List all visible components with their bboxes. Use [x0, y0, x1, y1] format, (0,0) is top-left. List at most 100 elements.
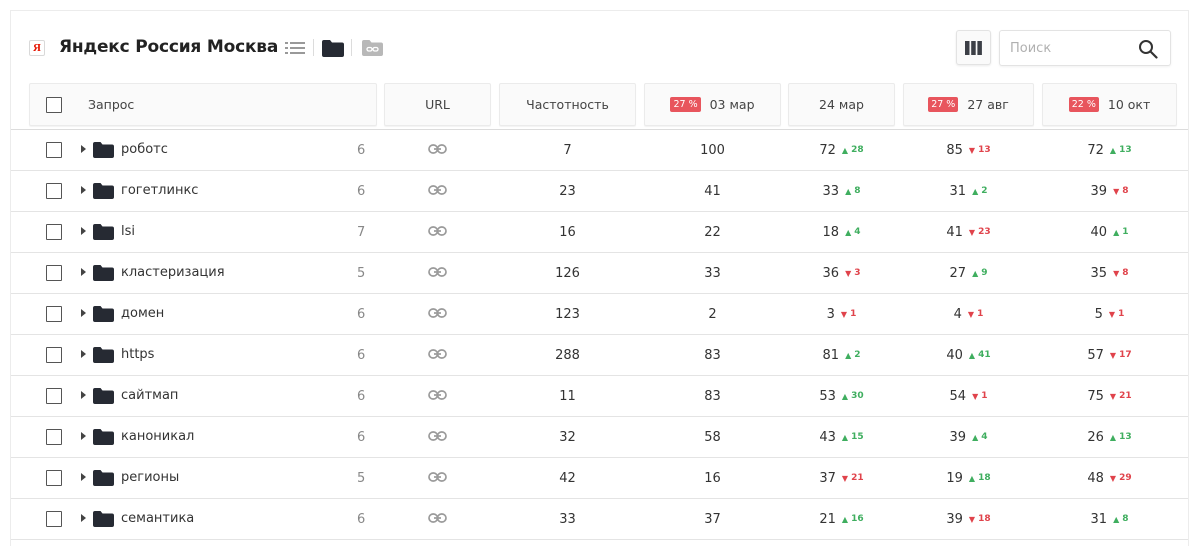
position-change: ▲ 13: [1110, 145, 1132, 155]
column-header-date-2[interactable]: 24 мар: [788, 83, 895, 126]
link-icon[interactable]: [428, 512, 447, 524]
select-all-checkbox[interactable]: [46, 96, 62, 113]
table-row[interactable]: сайтмап 6 11 83 53 ▲ 30 54 ▼ 1 75 ▼ 21: [11, 376, 1188, 417]
table-row[interactable]: кластеризация 5 126 33 36 ▼ 3 27 ▲ 9 35 …: [11, 253, 1188, 294]
position-value: 41: [946, 224, 963, 240]
query-name[interactable]: гогетлинкс: [121, 171, 198, 211]
link-icon[interactable]: [428, 143, 447, 155]
table-row[interactable]: роботс 6 7 100 72 ▲ 28 85 ▼ 13 72 ▲ 13: [11, 130, 1188, 171]
arrow-down-icon: ▼: [1109, 391, 1117, 401]
position-change-value: 16: [851, 514, 864, 524]
arrow-up-icon: ▲: [968, 350, 976, 360]
frequency-value: 288: [555, 347, 580, 363]
column-header-date-3[interactable]: 27 % 27 авг: [903, 83, 1034, 126]
table-row[interactable]: гогетлинкс 6 23 41 33 ▲ 8 31 ▲ 2 39 ▼ 8: [11, 171, 1188, 212]
position-change-value: 13: [978, 145, 991, 155]
position-cell-d4: 72 ▲ 13: [1042, 130, 1177, 170]
row-checkbox[interactable]: [46, 470, 62, 486]
column-header-date-4[interactable]: 22 % 10 окт: [1042, 83, 1177, 126]
position-change-value: 2: [981, 186, 988, 196]
position-change: ▼ 18: [969, 514, 991, 524]
search-icon[interactable]: [1138, 39, 1158, 59]
expand-caret-icon[interactable]: [81, 473, 86, 481]
frequency-value: 126: [555, 265, 580, 281]
position-change: ▲ 2: [845, 350, 860, 360]
position-value: 37: [704, 511, 721, 527]
arrow-down-icon: ▼: [972, 391, 979, 401]
query-name[interactable]: сайтмап: [121, 376, 178, 416]
expand-caret-icon[interactable]: [81, 514, 86, 522]
row-checkbox[interactable]: [46, 265, 62, 281]
link-icon[interactable]: [428, 430, 447, 442]
query-name[interactable]: кластеризация: [121, 253, 225, 293]
position-change: ▼ 21: [1110, 391, 1132, 401]
position-value: 58: [704, 429, 721, 445]
columns-settings-button[interactable]: [956, 30, 991, 65]
position-cell-d4: 40 ▲ 1: [1042, 212, 1177, 252]
row-checkbox[interactable]: [46, 306, 62, 322]
expand-caret-icon[interactable]: [81, 432, 86, 440]
row-checkbox[interactable]: [46, 142, 62, 158]
table-row[interactable]: каноникал 6 32 58 43 ▲ 15 39 ▲ 4 26 ▲ 13: [11, 417, 1188, 458]
expand-caret-icon[interactable]: [81, 350, 86, 358]
expand-caret-icon[interactable]: [81, 145, 86, 153]
query-name[interactable]: домен: [121, 294, 164, 334]
arrow-up-icon: ▲: [841, 391, 849, 401]
position-cell-d2: 18 ▲ 4: [788, 212, 895, 252]
position-cell-d3: 41 ▼ 23: [903, 212, 1034, 252]
link-icon[interactable]: [428, 184, 447, 196]
column-header-url[interactable]: URL: [384, 83, 491, 126]
query-name[interactable]: роботс: [121, 130, 168, 170]
folder-icon: [93, 388, 114, 404]
column-header-date-1[interactable]: 27 % 03 мар: [644, 83, 781, 126]
table-row[interactable]: домен 6 123 2 3 ▼ 1 4 ▼ 1 5 ▼ 1: [11, 294, 1188, 335]
link-icon[interactable]: [428, 307, 447, 319]
frequency-value: 32: [559, 429, 576, 445]
folder-icon: [93, 142, 114, 158]
link-icon[interactable]: [428, 389, 447, 401]
query-name[interactable]: семантика: [121, 499, 194, 539]
expand-caret-icon[interactable]: [81, 391, 86, 399]
table-row[interactable]: регионы 5 42 16 37 ▼ 21 19 ▲ 18 48 ▼ 29: [11, 458, 1188, 499]
search-input[interactable]: [1010, 39, 1128, 57]
row-checkbox[interactable]: [46, 224, 62, 240]
query-count: 6: [357, 307, 366, 322]
query-name[interactable]: https: [121, 335, 154, 375]
table-row[interactable]: семантика 6 33 37 21 ▲ 16 39 ▼ 18 31 ▲ 8: [11, 499, 1188, 540]
expand-caret-icon[interactable]: [81, 227, 86, 235]
position-change: ▼ 23: [969, 227, 991, 237]
row-checkbox[interactable]: [46, 511, 62, 527]
expand-caret-icon[interactable]: [81, 268, 86, 276]
row-checkbox[interactable]: [46, 429, 62, 445]
frequency-cell: 33: [499, 499, 636, 539]
position-value: 3: [826, 306, 835, 322]
arrow-down-icon: ▼: [1113, 268, 1120, 278]
link-icon[interactable]: [428, 348, 447, 360]
link-icon[interactable]: [428, 225, 447, 237]
folder-view-icon[interactable]: [322, 38, 344, 58]
position-cell-d1: 22: [644, 212, 781, 252]
row-checkbox[interactable]: [46, 388, 62, 404]
folder-icon: [93, 224, 114, 240]
position-cell-d2: 21 ▲ 16: [788, 499, 895, 539]
query-name[interactable]: каноникал: [121, 417, 194, 457]
link-icon[interactable]: [428, 266, 447, 278]
expand-caret-icon[interactable]: [81, 309, 86, 317]
list-view-icon[interactable]: [284, 38, 306, 58]
column-header-query[interactable]: Запрос: [29, 83, 377, 126]
query-name[interactable]: регионы: [121, 458, 179, 498]
table-row[interactable]: lsi 7 16 22 18 ▲ 4 41 ▼ 23 40 ▲ 1: [11, 212, 1188, 253]
position-change: ▼ 21: [842, 473, 864, 483]
position-value: 72: [1087, 142, 1104, 158]
column-header-label: 24 мар: [819, 97, 864, 112]
position-change-value: 4: [981, 432, 988, 442]
table-row[interactable]: https 6 288 83 81 ▲ 2 40 ▲ 41 57 ▼ 17: [11, 335, 1188, 376]
query-name[interactable]: lsi: [121, 212, 135, 252]
expand-caret-icon[interactable]: [81, 186, 86, 194]
row-checkbox[interactable]: [46, 347, 62, 363]
link-icon[interactable]: [428, 471, 447, 483]
column-header-frequency[interactable]: Частотность: [499, 83, 636, 126]
row-checkbox[interactable]: [46, 183, 62, 199]
position-change-value: 8: [1122, 268, 1129, 278]
folder-link-icon[interactable]: [361, 38, 383, 58]
